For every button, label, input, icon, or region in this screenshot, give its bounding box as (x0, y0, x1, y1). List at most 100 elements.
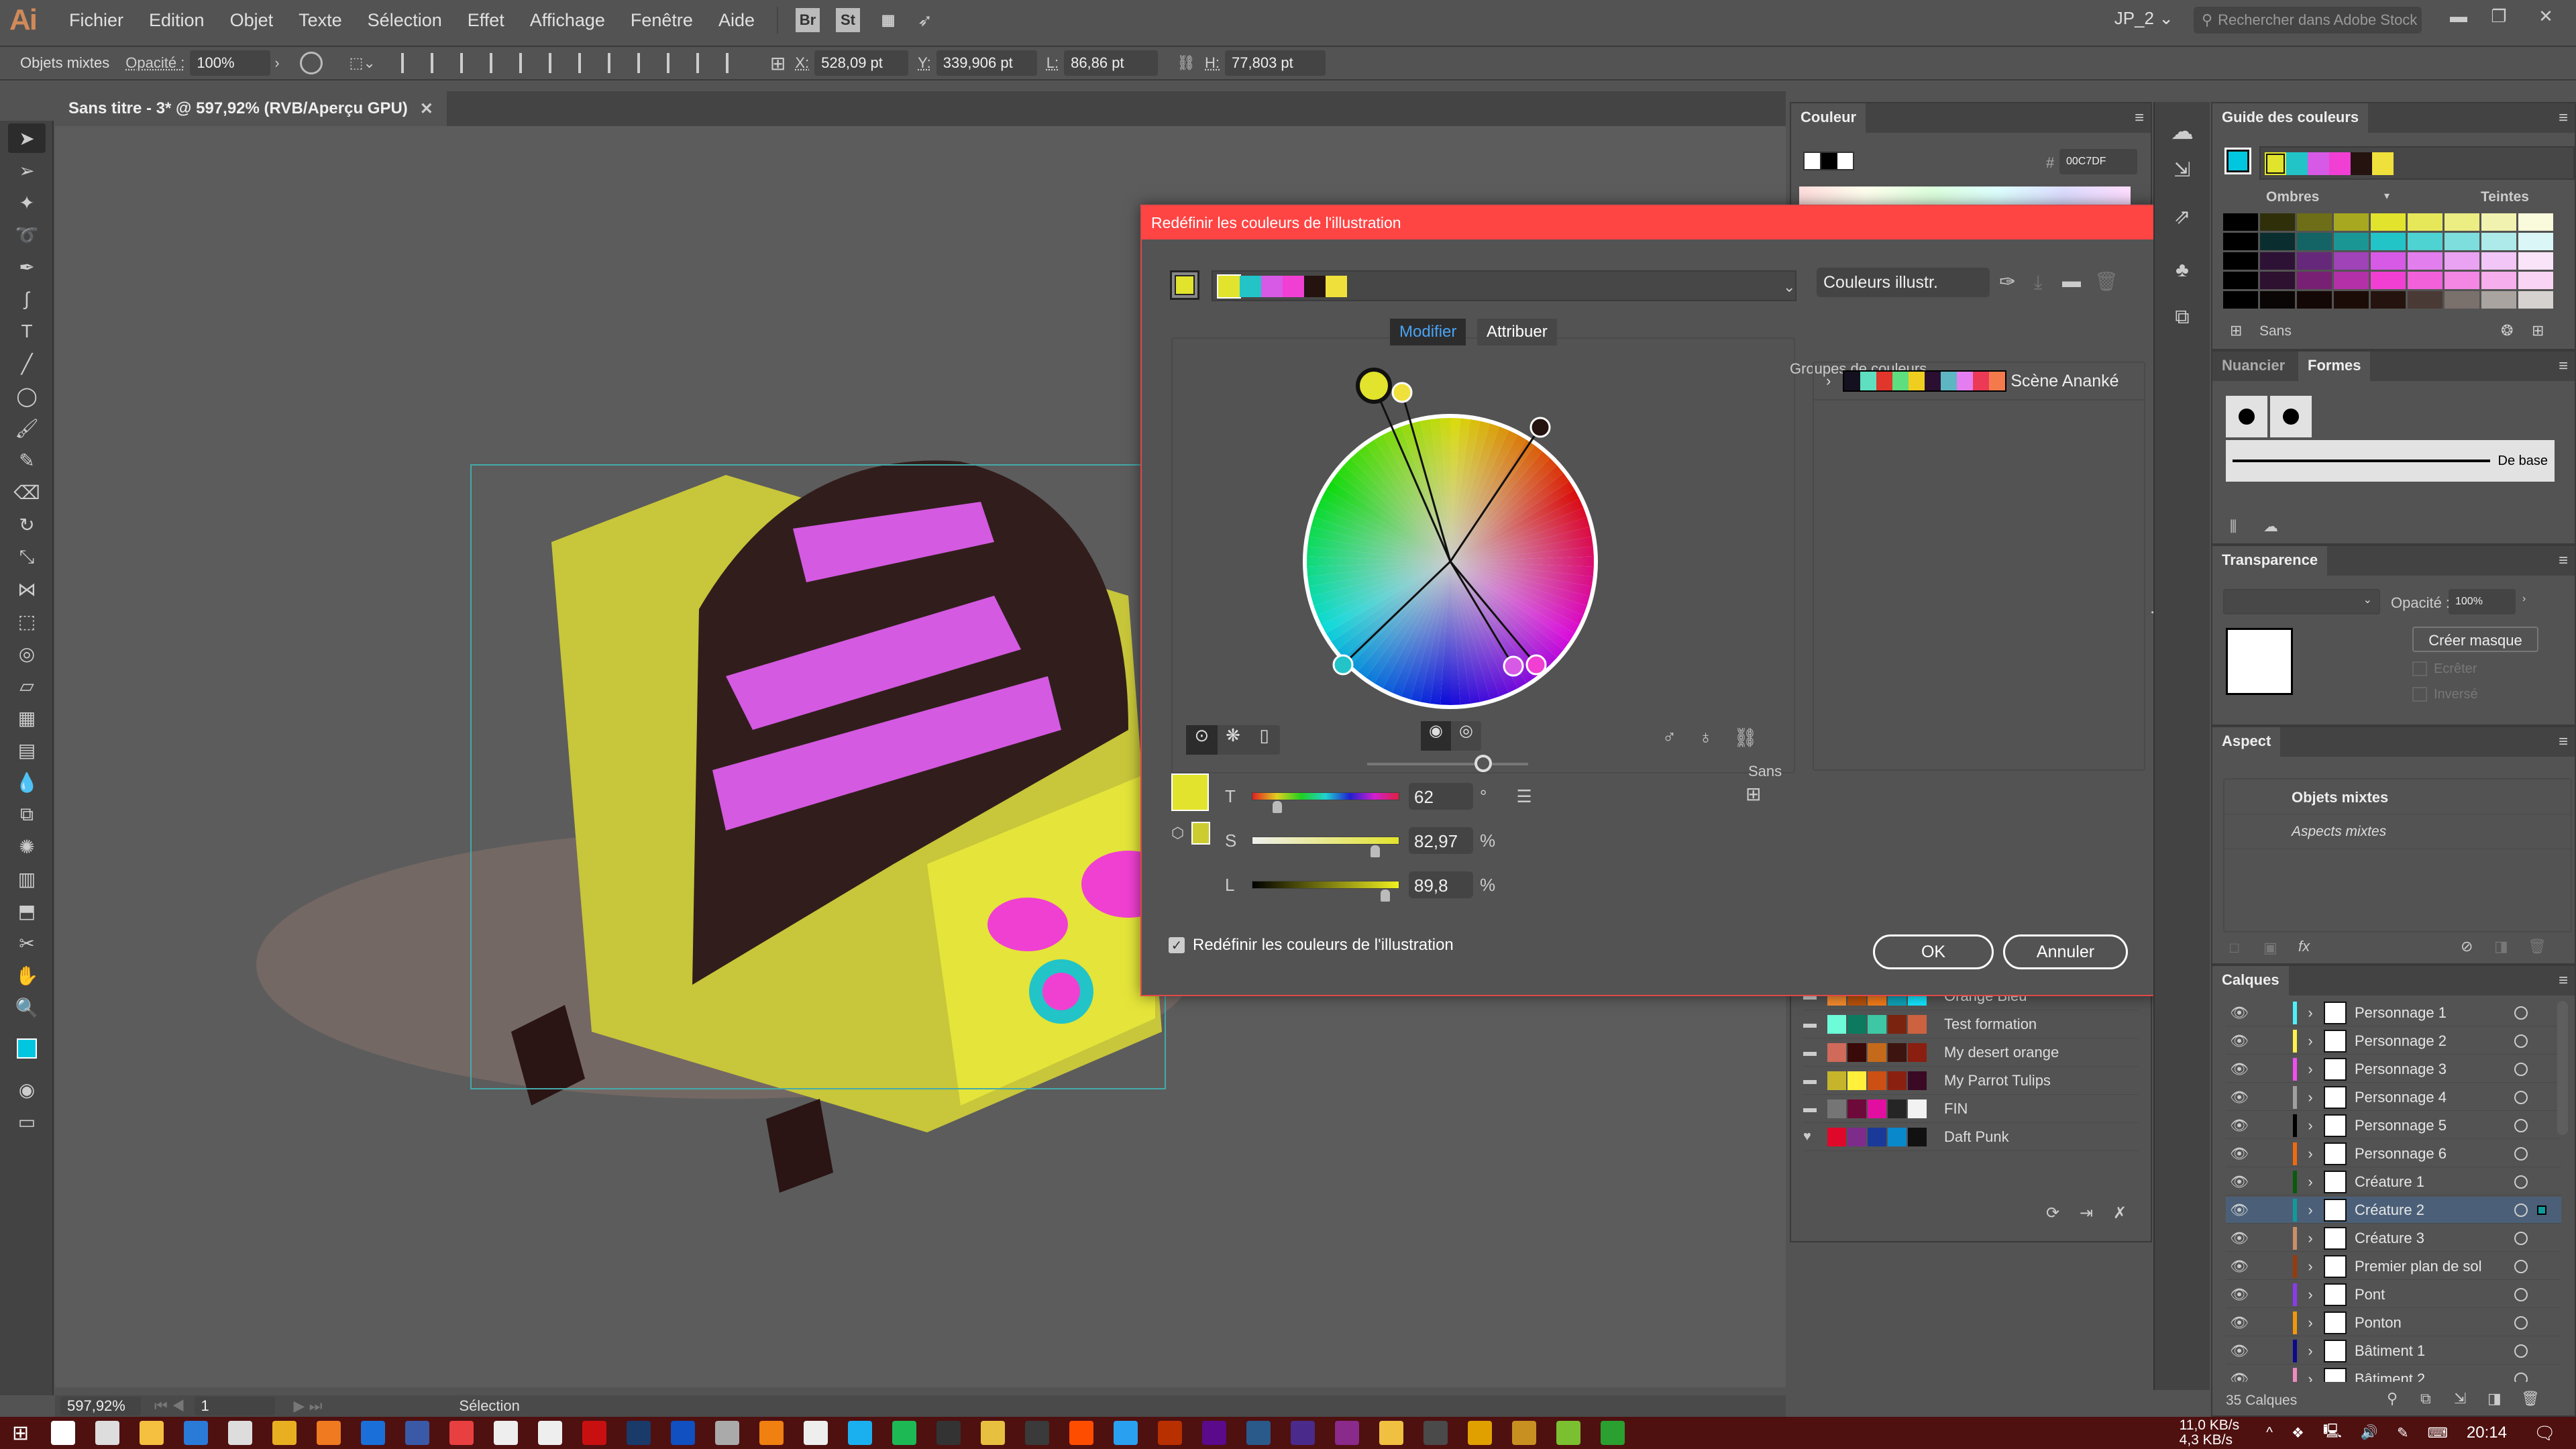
recolor-checkbox[interactable]: ✓ (1169, 937, 1185, 953)
guide-variation-swatch[interactable] (2260, 213, 2295, 231)
hex-field[interactable]: 00C7DF (2059, 149, 2137, 174)
reference-point-icon[interactable]: ⊞ (770, 52, 786, 74)
layer-name[interactable]: Personnage 2 (2355, 1032, 2514, 1050)
library-swatch[interactable] (1888, 1042, 1907, 1062)
y-field[interactable]: 339,906 pt (936, 50, 1037, 76)
expand-layer-icon[interactable]: › (2297, 1173, 2324, 1191)
rotate-tool-icon[interactable]: ↻ (8, 510, 46, 539)
menu-affichage[interactable]: Affichage (530, 10, 605, 31)
align-right-icon[interactable] (460, 53, 479, 73)
minimize-button[interactable]: ▬ (2442, 3, 2475, 30)
layer-target-icon[interactable] (2514, 1090, 2528, 1104)
layer-row[interactable]: 👁 › Pont (2226, 1281, 2561, 1308)
library-swatch[interactable] (1888, 1099, 1907, 1118)
clip-checkbox[interactable] (2412, 661, 2427, 676)
fill-none-black-white[interactable] (1803, 152, 1854, 170)
show-saturation-icon[interactable]: ◉ (1421, 721, 1451, 751)
guide-variation-swatch[interactable] (2481, 272, 2516, 289)
appearance-title[interactable]: Aspect (2212, 727, 2281, 757)
menu-selection[interactable]: Sélection (368, 10, 442, 31)
opacity-field[interactable]: 100% (2449, 589, 2516, 614)
layer-target-icon[interactable] (2514, 1287, 2528, 1301)
drawing-mode-icon[interactable]: ◉ (8, 1075, 46, 1104)
layer-name[interactable]: Premier plan de sol (2355, 1258, 2514, 1275)
document-tab[interactable]: Sans titre - 3* @ 597,92% (RVB/Aperçu GP… (55, 91, 447, 126)
taskbar-app-icon[interactable] (449, 1421, 474, 1445)
taskbar-app-icon[interactable] (715, 1421, 740, 1445)
guide-variation-swatch[interactable] (2481, 213, 2516, 231)
network-icon[interactable]: 🖳 (2323, 1421, 2342, 1445)
visibility-eye-icon[interactable]: 👁 (2226, 1117, 2253, 1134)
layer-name[interactable]: Bâtiment 2 (2355, 1371, 2514, 1383)
expand-layer-icon[interactable]: › (2297, 1032, 2324, 1050)
guide-variation-swatch[interactable] (2334, 233, 2369, 250)
layer-row[interactable]: 👁 › Bâtiment 2 (2226, 1366, 2561, 1382)
stock-search-input[interactable]: ⚲ Rechercher dans Adobe Stock (2194, 7, 2422, 34)
visibility-eye-icon[interactable]: 👁 (2226, 1371, 2253, 1383)
guide-variation-swatch[interactable] (2408, 252, 2443, 270)
align-left-icon[interactable] (400, 53, 420, 73)
layer-target-icon[interactable] (2514, 1118, 2528, 1132)
eraser-tool-icon[interactable]: ⌫ (8, 478, 46, 507)
taskbar-app-icon[interactable] (1069, 1421, 1094, 1445)
link-icon[interactable]: ⇥ (2080, 1203, 2093, 1223)
taskbar-app-icon[interactable] (494, 1421, 519, 1445)
show-brightness-icon[interactable]: ◎ (1451, 721, 1481, 751)
guide-variation-swatch[interactable] (2371, 272, 2406, 289)
tab-formes[interactable]: Formes (2298, 352, 2371, 381)
guide-variation-swatch[interactable] (2334, 291, 2369, 309)
library-swatch[interactable] (1908, 1099, 1927, 1118)
duplicate-item-icon[interactable]: ◨ (2494, 938, 2508, 955)
expand-layer-icon[interactable]: › (2297, 1117, 2324, 1134)
add-color-tool-icon[interactable]: ♂ (1662, 727, 1676, 748)
guide-variation-swatch[interactable] (2371, 233, 2406, 250)
color-bars-icon[interactable]: ▯ (1248, 725, 1280, 755)
taskbar-app-icon[interactable] (184, 1421, 209, 1445)
guide-variation-swatch[interactable] (2297, 291, 2332, 309)
distribute-vcenter-icon[interactable] (607, 53, 627, 73)
guide-variation-swatch[interactable] (2408, 233, 2443, 250)
layer-target-icon[interactable] (2514, 1316, 2528, 1330)
link-harmony-colors-icon[interactable]: ⛓ (1733, 727, 1758, 749)
visibility-eye-icon[interactable]: 👁 (2226, 1032, 2253, 1050)
free-transform-tool-icon[interactable]: ⬚ (8, 606, 46, 636)
clock[interactable]: 20:14 (2467, 1424, 2507, 1442)
layer-target-icon[interactable] (2514, 1006, 2528, 1020)
library-group-row[interactable]: ▬ My Parrot Tulips (1803, 1067, 2139, 1095)
visibility-eye-icon[interactable]: 👁 (2226, 1201, 2253, 1219)
workspace-switcher[interactable]: JP_2 ⌄ (2114, 8, 2174, 29)
color-guide-title[interactable]: Guide des couleurs (2212, 103, 2369, 133)
volume-icon[interactable]: 🔊 (2361, 1425, 2378, 1441)
layer-name[interactable]: Personnage 6 (2355, 1145, 2514, 1163)
edit-off-icon[interactable]: ✗ (2113, 1203, 2127, 1223)
taskbar-app-icon[interactable] (361, 1421, 386, 1445)
basic-brush[interactable]: De base (2226, 440, 2555, 482)
taskbar-app-icon[interactable] (1025, 1421, 1050, 1445)
taskbar-app-icon[interactable] (804, 1421, 828, 1445)
taskbar-app-icon[interactable] (1424, 1421, 1448, 1445)
brightness-field[interactable]: 89,8 (1409, 871, 1473, 898)
layer-row[interactable]: 👁 › Personnage 6 (2226, 1140, 2561, 1167)
align-vcenter-icon[interactable] (519, 53, 538, 73)
cancel-button[interactable]: Annuler (2003, 934, 2128, 969)
screen-mode-icon[interactable]: ▭ (8, 1107, 46, 1136)
selection-tool-icon[interactable]: ➤ (8, 123, 46, 153)
guide-variation-swatch[interactable] (2445, 233, 2479, 250)
guide-variation-swatch[interactable] (2371, 252, 2406, 270)
slice-tool-icon[interactable]: ✂ (8, 928, 46, 958)
menu-fichier[interactable]: Fichier (69, 10, 123, 31)
taskbar-app-icon[interactable] (405, 1421, 430, 1445)
guide-variation-swatch[interactable] (2223, 213, 2258, 231)
guide-variation-swatch[interactable] (2223, 252, 2258, 270)
brightness-value-slider[interactable] (1252, 881, 1399, 902)
locate-object-icon[interactable]: ⚲ (2387, 1390, 2398, 1407)
taskbar-app-icon[interactable] (538, 1421, 563, 1445)
windows-start-icon[interactable]: ⊞ (12, 1421, 29, 1445)
line-tool-icon[interactable]: ╱ (8, 349, 46, 378)
layer-row[interactable]: 👁 › Personnage 3 (2226, 1056, 2561, 1083)
taskbar-app-icon[interactable] (892, 1421, 917, 1445)
layer-target-icon[interactable] (2514, 1231, 2528, 1245)
library-swatch[interactable] (1827, 1099, 1846, 1118)
layer-row[interactable]: 👁 › Personnage 1 (2226, 1000, 2561, 1026)
invert-checkbox[interactable] (2412, 687, 2427, 702)
